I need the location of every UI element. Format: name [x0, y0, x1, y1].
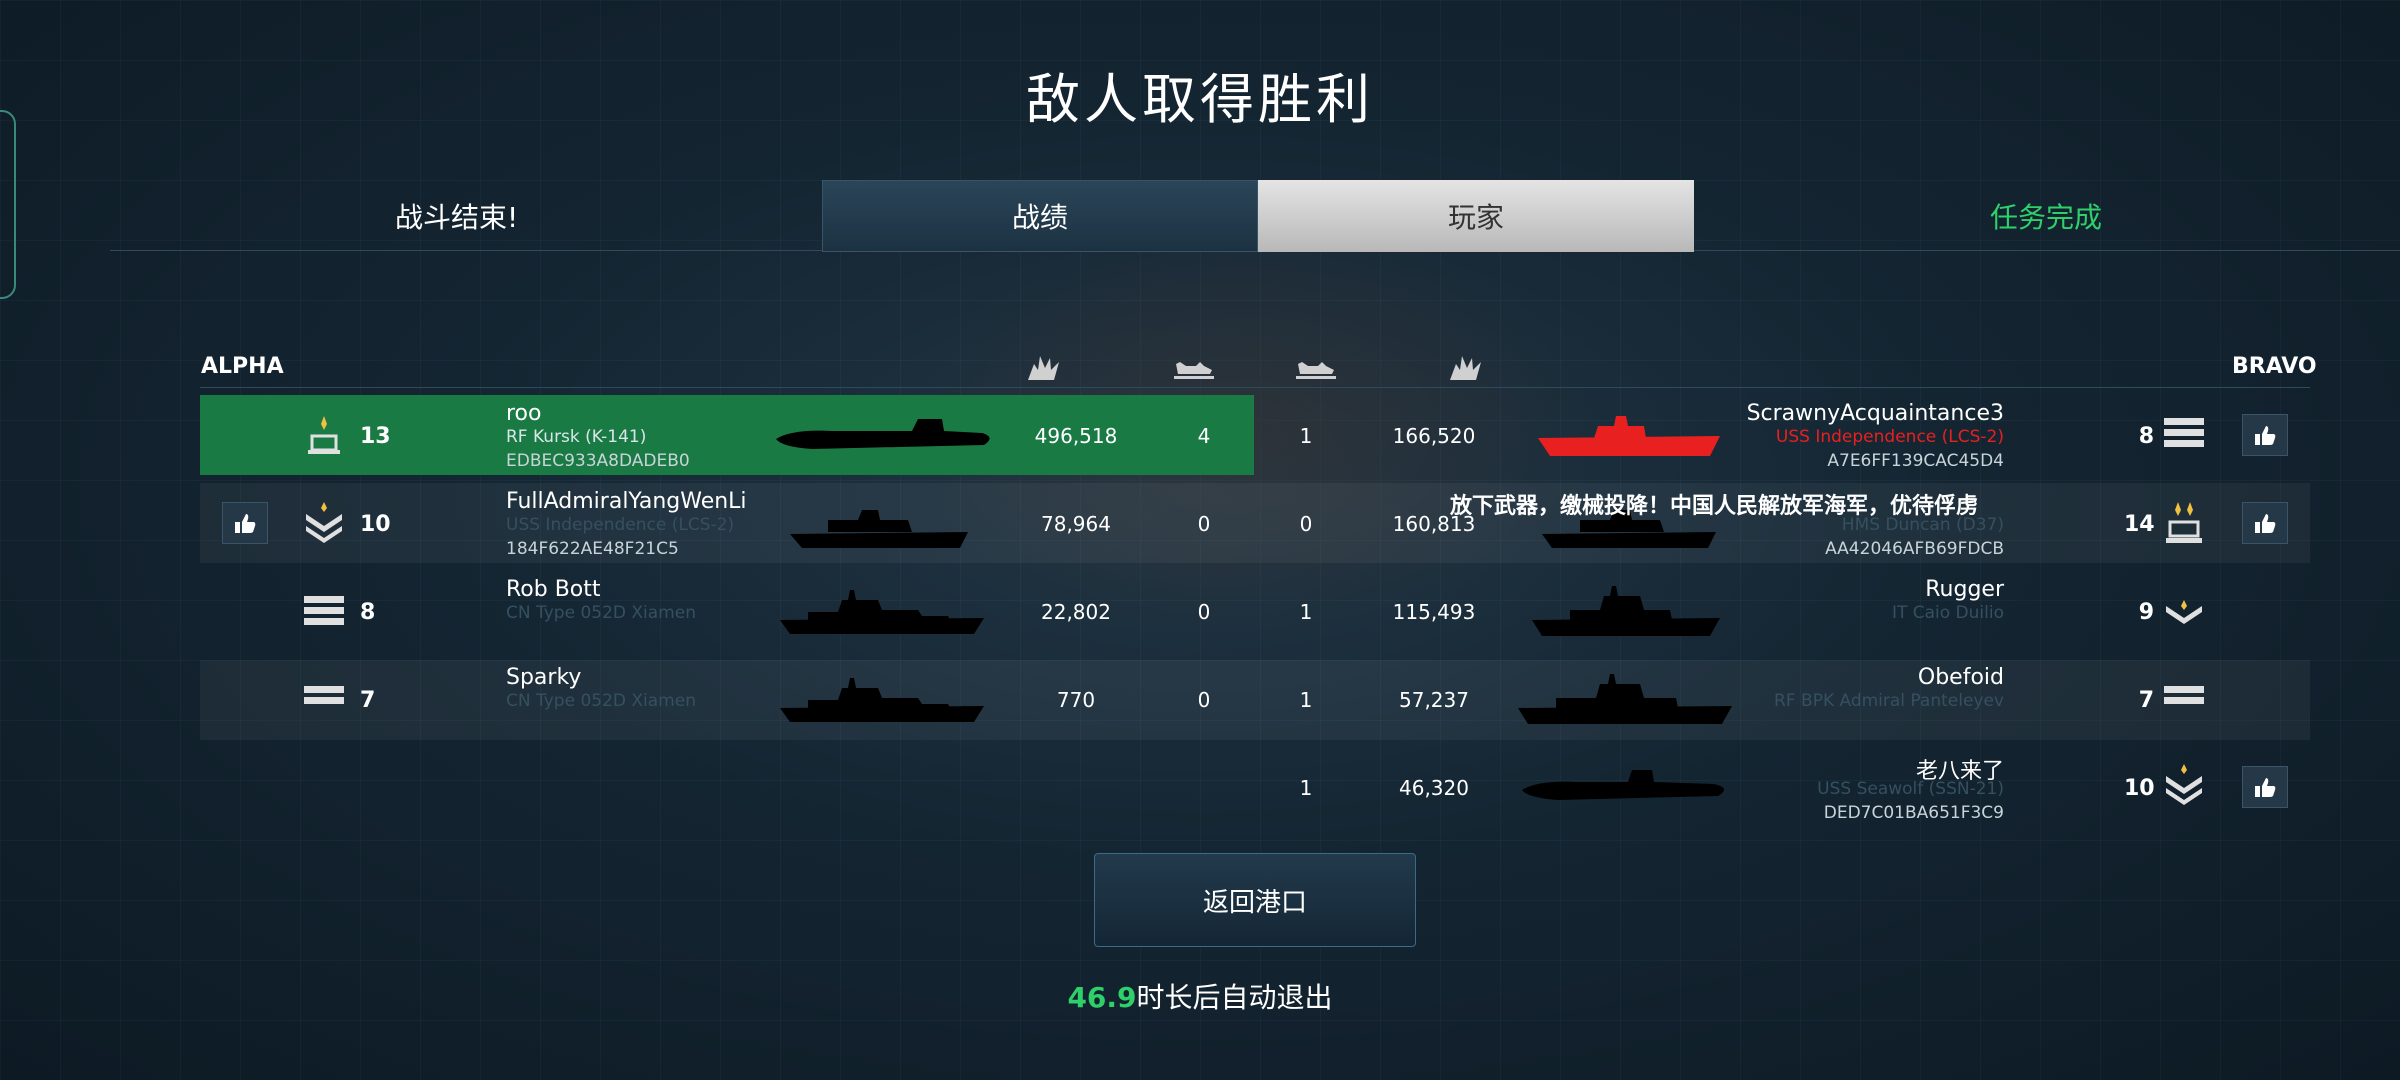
ship-name: RF Kursk (K-141) — [506, 427, 647, 447]
header-divider — [200, 387, 2310, 388]
ship-sunk-icon — [1296, 362, 1336, 379]
player-id: DED7C01BA651F3C9 — [1823, 803, 2004, 823]
damage-value: 115,493 — [1392, 600, 1476, 624]
kills-value: 0 — [1197, 688, 1211, 712]
rank-insignia-icon — [308, 416, 340, 454]
damage-value: 496,518 — [1034, 424, 1118, 448]
like-button[interactable] — [2242, 766, 2288, 808]
explosion-icon — [1028, 356, 1059, 380]
rank-insignia-icon — [2164, 686, 2204, 704]
player-name[interactable]: roo — [506, 401, 541, 426]
result-title: 敌人取得胜利 — [1026, 68, 1374, 131]
player-id: AA42046AFB69FDCB — [1825, 539, 2004, 559]
team-alpha-label: ALPHA — [201, 354, 284, 379]
tab-stats[interactable]: 战绩 — [822, 180, 1258, 252]
enemy-ship-silhouette — [1538, 416, 1720, 456]
player-name[interactable]: Sparky — [506, 665, 581, 690]
damage-value: 22,802 — [1041, 600, 1111, 624]
player-level: 10 — [2124, 776, 2155, 801]
ship-name: IT Caio Duilio — [1891, 603, 2004, 623]
player-name[interactable]: Obefoid — [1740, 665, 2004, 690]
damage-value: 57,237 — [1399, 688, 1469, 712]
thumbs-up-icon — [2255, 514, 2276, 533]
side-drawer-handle[interactable] — [0, 110, 16, 299]
rank-insignia-icon — [2164, 418, 2204, 447]
ship-name: CN Type 052D Xiamen — [506, 603, 696, 623]
team-bravo-label: BRAVO — [2232, 354, 2317, 379]
player-level: 10 — [360, 512, 391, 537]
kills-value: 0 — [1197, 600, 1211, 624]
kills-value: 0 — [1299, 512, 1313, 536]
rank-insignia-icon — [306, 502, 342, 543]
enemy-ship-silhouette — [1518, 674, 1732, 724]
tab-battle-over[interactable]: 战斗结束! — [395, 196, 518, 236]
like-button[interactable] — [2242, 502, 2288, 544]
submarine-silhouette — [776, 419, 990, 449]
ship-name: USS Independence (LCS-2) — [506, 515, 735, 535]
kills-value: 0 — [1197, 512, 1211, 536]
countdown-text: 时长后自动退出 — [1136, 981, 1333, 1014]
player-id: 184F622AE48F21C5 — [506, 539, 679, 559]
player-id: EDBEC933A8DADEB0 — [506, 451, 690, 471]
enemy-ship-silhouette — [1532, 586, 1720, 636]
rank-insignia-icon — [304, 686, 344, 704]
return-to-port-button[interactable]: 返回港口 — [1094, 853, 1416, 947]
player-level: 9 — [2138, 600, 2154, 625]
tab-players[interactable]: 玩家 — [1258, 180, 1694, 252]
thumbs-up-icon — [2255, 426, 2276, 445]
damage-value: 78,964 — [1041, 512, 1111, 536]
rank-insignia-icon — [304, 596, 344, 625]
auto-exit-countdown: 46.9时长后自动退出 — [0, 976, 2400, 1016]
damage-value: 770 — [1056, 688, 1096, 712]
kills-value: 1 — [1299, 688, 1313, 712]
player-level: 7 — [2138, 688, 2154, 713]
ship-name: CN Type 052D Xiamen — [506, 691, 696, 711]
enemy-submarine-silhouette — [1522, 770, 1725, 800]
kills-value: 1 — [1299, 424, 1313, 448]
player-level: 8 — [360, 600, 376, 625]
ship-name: HMS Duncan (D37) — [1841, 515, 2004, 535]
player-name[interactable]: Rugger — [1740, 577, 2004, 602]
player-name[interactable]: ScrawnyAcquaintance3 — [1740, 401, 2004, 426]
like-button[interactable] — [2242, 414, 2288, 456]
ship-silhouette — [780, 590, 984, 634]
player-id: A7E6FF139CAC45D4 — [1827, 451, 2004, 471]
ship-silhouette — [780, 678, 984, 722]
ship-sunk-icon — [1174, 362, 1214, 379]
like-button[interactable] — [222, 502, 268, 544]
kills-value: 4 — [1197, 424, 1211, 448]
player-name[interactable]: Rob Bott — [506, 577, 601, 602]
rank-insignia-icon — [2166, 764, 2202, 805]
damage-value: 166,520 — [1392, 424, 1476, 448]
ship-silhouette — [790, 510, 968, 548]
player-level: 14 — [2124, 512, 2155, 537]
tab-mission-complete[interactable]: 任务完成 — [1990, 196, 2102, 236]
ship-name: RF BPK Admiral Panteleyev — [1774, 691, 2004, 711]
rank-insignia-icon — [2166, 600, 2202, 624]
player-level: 7 — [360, 688, 376, 713]
ship-name: USS Seawolf (SSN-21) — [1817, 779, 2004, 799]
explosion-icon — [1450, 356, 1481, 380]
kills-value: 1 — [1299, 776, 1313, 800]
ship-name: USS Independence (LCS-2) — [1775, 427, 2004, 447]
rank-insignia-icon — [2166, 502, 2202, 543]
thumbs-up-icon — [2255, 778, 2276, 797]
player-name[interactable]: FullAdmiralYangWenLi — [506, 489, 747, 514]
player-level: 13 — [360, 424, 391, 449]
thumbs-up-icon — [235, 514, 256, 533]
kills-value: 1 — [1299, 600, 1313, 624]
countdown-seconds: 46.9 — [1067, 981, 1137, 1014]
player-level: 8 — [2138, 424, 2154, 449]
damage-value: 46,320 — [1399, 776, 1469, 800]
